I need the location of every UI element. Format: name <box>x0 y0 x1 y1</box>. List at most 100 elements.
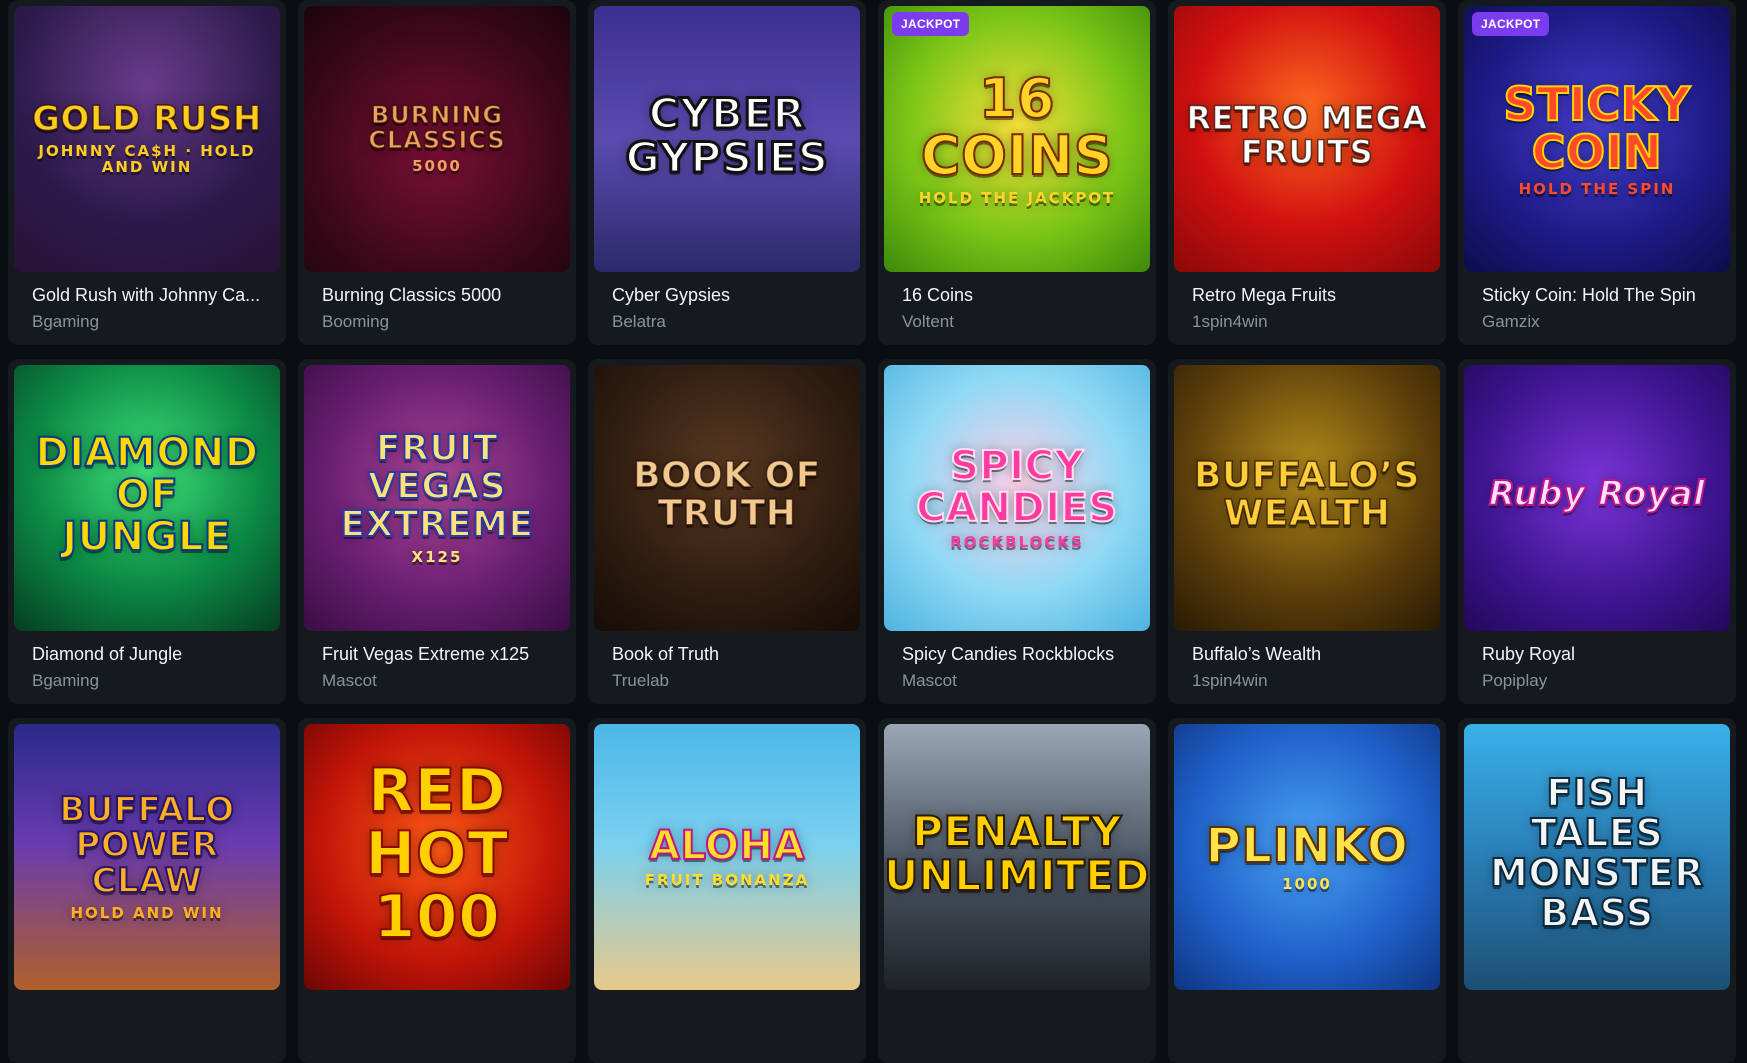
game-card[interactable]: BUFFALO’S WEALTH Buffalo’s Wealth 1spin4wi… <box>1168 359 1446 704</box>
game-logo-text: Ruby Royal <box>1488 474 1706 515</box>
game-logo-text: SPICY CANDIES <box>915 443 1118 532</box>
game-logo-subtext: FRUIT BONANZA <box>644 871 810 890</box>
game-provider: Popiplay <box>1482 671 1548 690</box>
game-logo-subtext: 5000 <box>412 157 462 176</box>
game-card[interactable]: PENALTY UNLIMITED <box>878 718 1156 1063</box>
game-provider: Mascot <box>902 671 957 690</box>
game-card[interactable]: RED HOT 100 <box>298 718 576 1063</box>
game-thumbnail[interactable]: Ruby Royal <box>1464 365 1730 631</box>
game-logo-text: BUFFALO POWER CLAW <box>58 789 235 901</box>
game-logo-art: BUFFALO POWER CLAW HOLD AND WIN <box>14 789 280 922</box>
game-card[interactable]: PLINKO 1000 <box>1168 718 1446 1063</box>
game-thumbnail[interactable]: RETRO MEGA FRUITS <box>1174 6 1440 272</box>
game-logo-art: PLINKO 1000 <box>1196 817 1419 893</box>
game-logo-text: BUFFALO’S WEALTH <box>1193 455 1420 534</box>
game-thumbnail[interactable]: PLINKO 1000 <box>1174 724 1440 990</box>
game-card[interactable]: BURNING CLASSICS 5000 Burning Classics 500… <box>298 0 576 345</box>
game-thumbnail[interactable]: RED HOT 100 <box>304 724 570 990</box>
game-logo-subtext: X125 <box>411 547 463 566</box>
game-thumbnail[interactable]: 16 COINS HOLD THE JACKPOT JACKPOT <box>884 6 1150 272</box>
game-card[interactable]: DIAMOND OF JUNGLE Diamond of Jungle Bgamin… <box>8 359 286 704</box>
game-card[interactable]: STICKY COIN HOLD THE SPIN JACKPOT Sticky Co… <box>1458 0 1736 345</box>
game-logo-text: FRUIT VEGAS EXTREME <box>339 428 534 546</box>
jackpot-badge: JACKPOT <box>892 12 970 36</box>
game-title: Fruit Vegas Extreme x125 <box>322 644 530 664</box>
game-thumbnail[interactable]: BUFFALO’S WEALTH <box>1174 365 1440 631</box>
game-logo-art: GOLD RUSH JOHNNY CA$H · HOLD AND WIN <box>14 99 280 176</box>
game-provider: Truelab <box>612 671 670 690</box>
game-card[interactable]: RETRO MEGA FRUITS Retro Mega Fruits 1spin4… <box>1168 0 1446 345</box>
game-logo-art: BOOK OF TRUTH <box>594 455 860 539</box>
game-provider: Bgaming <box>32 312 100 331</box>
game-thumbnail[interactable]: STICKY COIN HOLD THE SPIN JACKPOT <box>1464 6 1730 272</box>
game-logo-art: RETRO MEGA FRUITS <box>1174 99 1440 175</box>
game-provider: Bgaming <box>32 671 100 690</box>
game-logo-text: RETRO MEGA FRUITS <box>1186 99 1428 171</box>
game-card[interactable]: FISH TALES MONSTER BASS <box>1458 718 1736 1063</box>
game-thumbnail[interactable]: FISH TALES MONSTER BASS <box>1464 724 1730 990</box>
game-thumbnail[interactable]: GOLD RUSH JOHNNY CA$H · HOLD AND WIN <box>14 6 280 272</box>
game-logo-art: FISH TALES MONSTER BASS <box>1464 771 1730 940</box>
game-logo-text: GOLD RUSH <box>31 99 262 140</box>
game-logo-subtext: HOLD AND WIN <box>70 903 224 922</box>
game-title: Ruby Royal <box>1482 644 1576 664</box>
game-logo-art: BURNING CLASSICS 5000 <box>304 100 570 176</box>
game-title: 16 Coins <box>902 285 974 305</box>
game-title: Burning Classics 5000 <box>322 285 502 305</box>
game-thumbnail[interactable]: CYBER GYPSIES <box>594 6 860 272</box>
game-logo-text: STICKY COIN <box>1502 76 1691 180</box>
game-card[interactable]: 16 COINS HOLD THE JACKPOT JACKPOT 16 Coins V… <box>878 0 1156 345</box>
game-title: Spicy Candies Rockblocks <box>902 644 1115 664</box>
game-logo-text: CYBER GYPSIES <box>624 88 830 182</box>
game-logo-art: STICKY COIN HOLD THE SPIN <box>1464 76 1730 199</box>
game-logo-art: DIAMOND OF JUNGLE <box>14 430 280 564</box>
game-title: Buffalo’s Wealth <box>1192 644 1322 664</box>
game-logo-art: ALOHA FRUIT BONANZA <box>635 823 819 890</box>
game-title: Cyber Gypsies <box>612 285 731 305</box>
game-logo-text: ALOHA <box>648 823 805 870</box>
game-card[interactable]: CYBER GYPSIES Cyber Gypsies Belatra <box>588 0 866 345</box>
game-thumbnail[interactable]: BOOK OF TRUTH <box>594 365 860 631</box>
game-provider: Gamzix <box>1482 312 1540 331</box>
game-logo-text: PENALTY UNLIMITED <box>884 806 1150 900</box>
game-title: Diamond of Jungle <box>32 644 183 664</box>
game-card[interactable]: Ruby Royal Ruby Royal Popiplay <box>1458 359 1736 704</box>
game-logo-text: PLINKO <box>1205 817 1409 874</box>
game-title: Retro Mega Fruits <box>1192 285 1337 305</box>
game-logo-subtext: ROCKBLOCKS <box>950 533 1084 552</box>
game-logo-art: RED HOT 100 <box>304 758 570 955</box>
game-thumbnail[interactable]: BUFFALO POWER CLAW HOLD AND WIN <box>14 724 280 990</box>
game-logo-art: Ruby Royal <box>1479 474 1715 519</box>
game-grid: GOLD RUSH JOHNNY CA$H · HOLD AND WIN Gold … <box>0 0 1747 1063</box>
game-logo-text: BURNING CLASSICS <box>368 100 506 155</box>
game-logo-subtext: HOLD THE SPIN <box>1518 180 1676 199</box>
game-thumbnail[interactable]: PENALTY UNLIMITED <box>884 724 1150 990</box>
game-thumbnail[interactable]: BURNING CLASSICS 5000 <box>304 6 570 272</box>
game-logo-text: DIAMOND OF JUNGLE <box>34 430 259 560</box>
game-logo-subtext: HOLD THE JACKPOT <box>918 188 1116 207</box>
game-thumbnail[interactable]: ALOHA FRUIT BONANZA <box>594 724 860 990</box>
jackpot-badge: JACKPOT <box>1472 12 1550 36</box>
game-logo-art: 16 COINS HOLD THE JACKPOT <box>884 70 1150 207</box>
game-logo-art: CYBER GYPSIES <box>594 88 860 186</box>
game-card[interactable]: FRUIT VEGAS EXTREME X125 Fruit Vegas Extre… <box>298 359 576 704</box>
game-provider: Belatra <box>612 312 666 331</box>
game-title: Book of Truth <box>612 644 720 664</box>
game-card[interactable]: BUFFALO POWER CLAW HOLD AND WIN <box>8 718 286 1063</box>
game-card[interactable]: BOOK OF TRUTH Book of Truth Truelab <box>588 359 866 704</box>
game-card[interactable]: SPICY CANDIES ROCKBLOCKS Spicy Candies Roc… <box>878 359 1156 704</box>
game-thumbnail[interactable]: SPICY CANDIES ROCKBLOCKS <box>884 365 1150 631</box>
game-logo-subtext: JOHNNY CA$H · HOLD AND WIN <box>38 142 256 176</box>
game-logo-text: 16 COINS <box>920 67 1114 188</box>
game-title: Gold Rush with Johnny Ca... <box>32 285 261 305</box>
game-logo-art: BUFFALO’S WEALTH <box>1174 455 1440 539</box>
game-provider: Voltent <box>902 312 954 331</box>
game-card[interactable]: GOLD RUSH JOHNNY CA$H · HOLD AND WIN Gold … <box>8 0 286 345</box>
game-logo-text: FISH TALES MONSTER BASS <box>1489 771 1704 935</box>
game-thumbnail[interactable]: FRUIT VEGAS EXTREME X125 <box>304 365 570 631</box>
game-logo-text: BOOK OF TRUTH <box>632 455 821 534</box>
game-thumbnail[interactable]: DIAMOND OF JUNGLE <box>14 365 280 631</box>
game-logo-text: RED HOT 100 <box>364 755 509 952</box>
game-card[interactable]: ALOHA FRUIT BONANZA <box>588 718 866 1063</box>
game-provider: 1spin4win <box>1192 671 1268 690</box>
